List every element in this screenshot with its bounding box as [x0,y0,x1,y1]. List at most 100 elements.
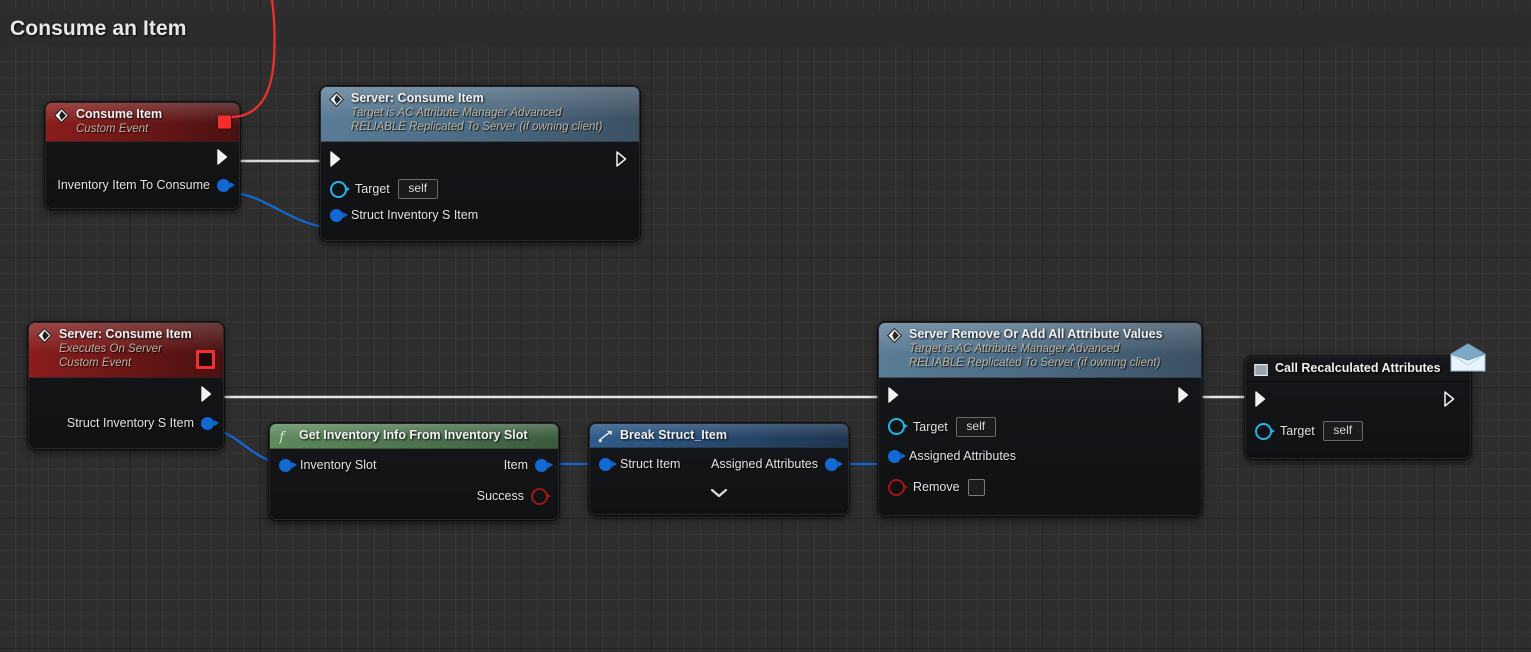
object-input-pin[interactable] [888,449,906,463]
node-get-inventory-info[interactable]: f Get Inventory Info From Inventory Slot… [269,423,559,520]
input-row-remove: Remove [879,471,1201,515]
expander-row[interactable] [590,480,848,514]
exec-row [321,142,639,176]
node-title: Get Inventory Info From Inventory Slot [299,428,528,442]
node-title: Call Recalculated Attributes [1275,361,1441,375]
object-output-pin[interactable] [825,457,843,471]
function-fx-icon: f [278,430,286,444]
envelope-icon [1449,343,1487,372]
node-title: Break Struct_Item [620,428,727,442]
svg-text:f: f [278,430,286,444]
object-output-pin[interactable] [217,178,235,192]
pin-label: Struct Inventory S Item [66,416,194,430]
event-diamond-icon [887,328,902,343]
page-title: Consume an Item [10,16,187,40]
node-server-consume-item-event[interactable]: Server: Consume Item Executes On Server … [28,322,224,449]
blueprint-graph-canvas[interactable] [0,0,1531,652]
delegate-stop-badge-hollow[interactable] [196,350,215,369]
node-body: Inventory Item To Consume [46,142,239,208]
event-diamond-icon [37,328,52,343]
node-subtitle-line2: RELIABLE Replicated To Server (if owning… [351,121,603,133]
graph-title-bar: Consume an Item [0,10,1531,47]
pin-label: Success [476,489,524,503]
object-input-pin[interactable] [330,208,348,222]
object-output-pin[interactable] [201,416,219,430]
output-row-inventory-item: Inventory Item To Consume [46,172,239,208]
node-body: Target self Struct Inventory S Item [321,142,639,240]
exec-output-pin[interactable] [201,386,214,402]
output-row-struct-inventory-item: Struct Inventory S Item [29,410,223,448]
node-subtitle-line2: Custom Event [59,357,132,369]
pin-label: Item [503,458,528,472]
pin-label: Inventory Slot [300,458,377,472]
node-body: Inventory Slot Item Success [270,449,558,519]
exec-input-pin[interactable] [1255,391,1268,407]
pin-label: Assigned Attributes [909,449,1017,463]
bool-input-pin[interactable] [888,478,908,496]
input-row-target: Target self [321,176,639,202]
node-title: Server: Consume Item [351,91,484,105]
node-body: Struct Item Assigned Attributes [590,448,848,514]
exec-output-pin[interactable] [1444,391,1457,407]
node-subtitle-line2: RELIABLE Replicated To Server (if owning… [909,357,1161,369]
node-body: Struct Inventory S Item [29,378,223,448]
dispatcher-square-icon [1254,364,1268,377]
row-inventoryslot-item: Inventory Slot Item [270,449,558,481]
exec-input-pin[interactable] [330,151,343,167]
exec-row [879,378,1201,412]
target-value-field[interactable]: self [955,416,996,437]
exec-output-pin[interactable] [616,151,629,167]
node-break-struct-item[interactable]: Break Struct_Item Struct Item Assigned A… [589,423,849,515]
node-header: Server: Consume Item Executes On Server … [29,323,223,378]
node-header: f Get Inventory Info From Inventory Slot [270,424,558,449]
pin-label: Struct Item [620,457,681,471]
exec-output-row [29,378,223,410]
input-row-target: Target self [879,412,1201,441]
pin-label: Struct Inventory S Item [351,208,479,222]
self-input-pin[interactable] [330,180,350,198]
node-body: Target self Assigned Attributes Remove [879,378,1201,515]
exec-output-pin[interactable] [217,149,230,165]
node-title: Server: Consume Item [59,327,192,341]
chevron-down-icon[interactable] [709,487,729,499]
pin-label: Inventory Item To Consume [57,178,210,192]
bool-output-pin[interactable] [531,487,551,505]
node-subtitle-line1: Executes On Server [59,343,162,355]
break-struct-icon [598,430,612,443]
exec-output-row [46,142,239,172]
exec-output-pin[interactable] [1178,387,1191,403]
input-row-struct-inventory-item: Struct Inventory S Item [321,202,639,240]
node-subtitle-line1: Target is AC Attribute Manager Advanced [909,343,1120,355]
remove-checkbox[interactable] [967,478,985,496]
target-value-field[interactable]: self [1322,421,1363,441]
self-input-pin[interactable] [1255,422,1275,440]
node-title: Server Remove Or Add All Attribute Value… [909,327,1163,341]
event-diamond-icon [54,108,69,123]
pin-label: Assigned Attributes [710,457,818,471]
node-subtitle-line1: Target is AC Attribute Manager Advanced [351,107,562,119]
pin-label: Target [1280,424,1315,438]
object-input-pin[interactable] [279,458,297,472]
node-body: Target self [1246,382,1470,458]
node-consume-item-event[interactable]: Consume Item Custom Event Inventory Item… [45,102,240,209]
pin-label: Target [355,182,390,196]
node-header: Server: Consume Item Target is AC Attrib… [321,87,639,142]
node-header: Call Recalculated Attributes [1246,357,1470,382]
object-output-pin[interactable] [535,458,553,472]
exec-input-pin[interactable] [888,387,901,403]
object-input-pin[interactable] [599,457,617,471]
pin-label: Remove [913,480,960,494]
pin-label: Target [913,419,948,434]
event-diamond-icon [329,92,344,107]
node-header: Server Remove Or Add All Attribute Value… [879,323,1201,378]
row-success: Success [270,481,558,519]
input-row-assigned-attributes: Assigned Attributes [879,441,1201,471]
node-server-remove-or-add-attributes[interactable]: Server Remove Or Add All Attribute Value… [878,322,1202,516]
node-server-consume-item-call[interactable]: Server: Consume Item Target is AC Attrib… [320,86,640,241]
row-structitem-attributes: Struct Item Assigned Attributes [590,448,848,480]
input-row-target: Target self [1246,416,1470,458]
node-call-recalculated-attributes[interactable]: Call Recalculated Attributes Target self [1245,356,1471,459]
target-value-field[interactable]: self [397,179,438,199]
delegate-stop-badge[interactable] [218,115,231,129]
self-input-pin[interactable] [888,418,908,435]
